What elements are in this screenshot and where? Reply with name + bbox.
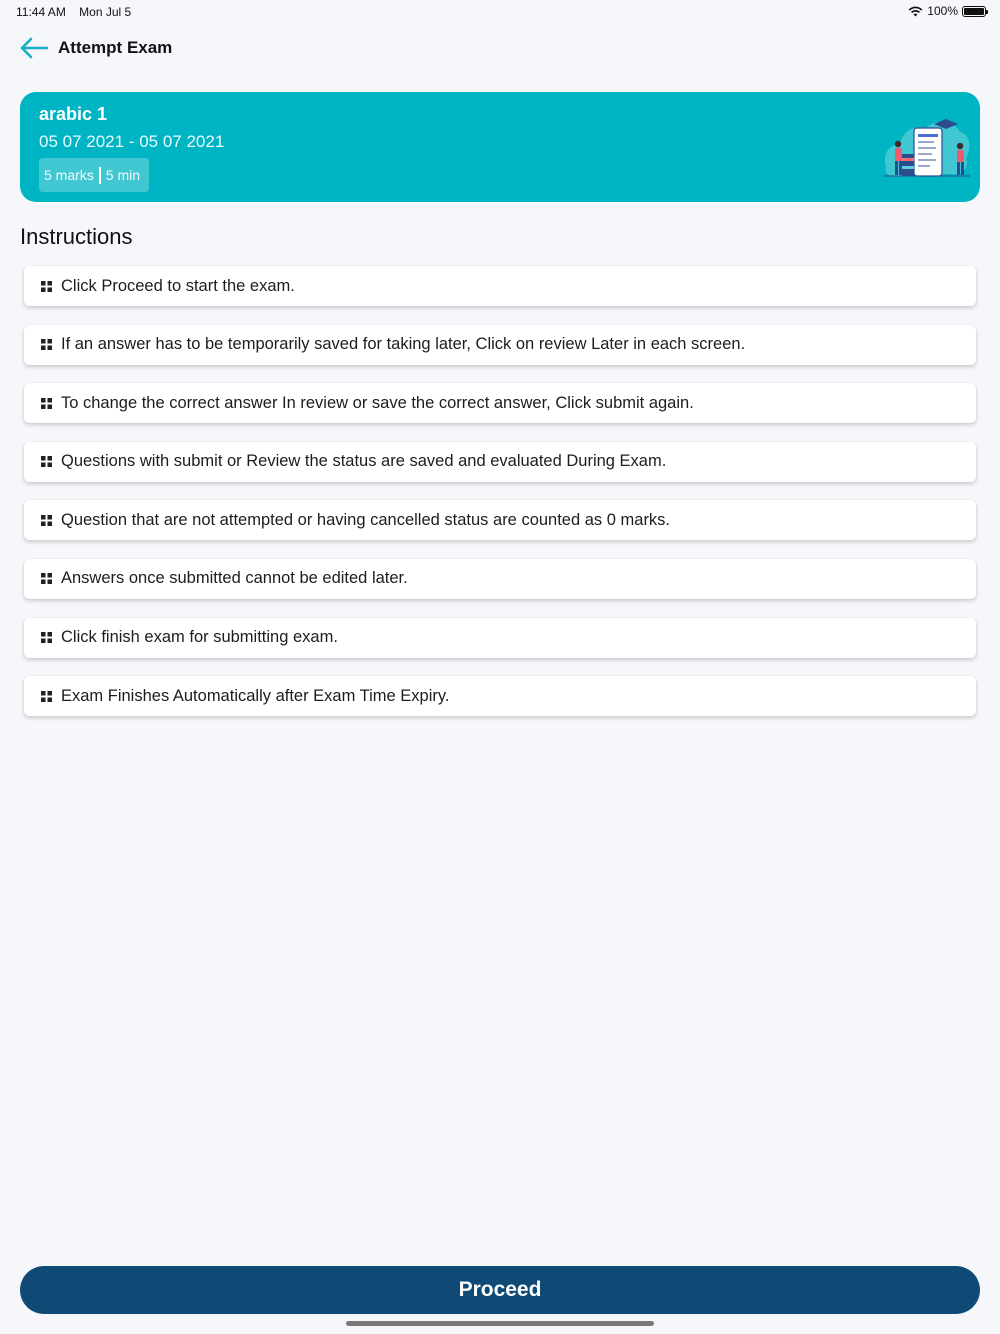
exam-marks: 5 marks <box>44 167 94 183</box>
grid-icon <box>41 632 52 644</box>
instruction-item: Question that are not attempted or havin… <box>24 500 976 541</box>
instruction-text: To change the correct answer In review o… <box>61 393 694 412</box>
exam-name: arabic 1 <box>39 104 108 124</box>
instruction-item: To change the correct answer In review o… <box>24 383 976 424</box>
battery-percent: 100% <box>927 4 958 18</box>
instruction-list: Click Proceed to start the exam. If an a… <box>24 266 976 735</box>
wifi-icon <box>908 6 923 16</box>
status-right: 100% <box>908 4 988 18</box>
page-title: Attempt Exam <box>58 38 173 57</box>
grid-icon <box>41 456 52 468</box>
exam-illustration <box>884 119 970 177</box>
status-bar: 11:44 AM Mon Jul 5 100% <box>0 0 1000 24</box>
instruction-item: Click Proceed to start the exam. <box>24 266 976 306</box>
back-button[interactable] <box>18 32 50 64</box>
instructions-heading: Instructions <box>20 224 133 249</box>
battery-icon <box>962 5 988 17</box>
grid-icon <box>41 690 52 702</box>
instruction-item: If an answer has to be temporarily saved… <box>24 324 976 365</box>
instruction-text: Exam Finishes Automatically after Exam T… <box>61 686 450 705</box>
grid-icon <box>41 339 52 351</box>
instruction-text: Question that are not attempted or havin… <box>61 510 671 529</box>
grid-icon <box>41 397 52 409</box>
exam-duration: 5 min <box>105 167 141 183</box>
home-indicator[interactable] <box>346 1321 654 1326</box>
proceed-button[interactable]: Proceed <box>20 1266 980 1314</box>
exam-dates: 05 07 2021 - 05 07 2021 <box>39 132 225 151</box>
exam-card: arabic 1 05 07 2021 - 05 07 2021 5 marks… <box>20 92 980 202</box>
instruction-item: Exam Finishes Automatically after Exam T… <box>24 676 976 717</box>
instruction-text: Click finish exam for submitting exam. <box>61 628 338 647</box>
grid-icon <box>41 514 52 526</box>
status-time: 11:44 AM <box>16 5 66 19</box>
arrow-left-icon <box>20 37 49 59</box>
instruction-text: Answers once submitted cannot be edited … <box>61 569 408 588</box>
instruction-text: Questions with submit or Review the stat… <box>61 452 667 471</box>
status-date: Mon Jul 5 <box>79 5 132 19</box>
instruction-item: Questions with submit or Review the stat… <box>24 441 976 482</box>
instruction-item: Answers once submitted cannot be edited … <box>24 558 976 599</box>
instruction-item: Click finish exam for submitting exam. <box>24 617 976 658</box>
instruction-text: Click Proceed to start the exam. <box>61 276 295 295</box>
grid-icon <box>41 573 52 585</box>
instruction-text: If an answer has to be temporarily saved… <box>61 335 746 354</box>
meta-separator <box>98 166 101 184</box>
status-left: 11:44 AM Mon Jul 5 <box>16 5 141 19</box>
exam-meta-badge: 5 marks 5 min <box>39 158 150 192</box>
grid-icon <box>41 280 52 292</box>
header: Attempt Exam <box>18 32 172 64</box>
attempt-exam-screen: 11:44 AM Mon Jul 5 100% Attempt Exam ara… <box>0 0 1000 1334</box>
